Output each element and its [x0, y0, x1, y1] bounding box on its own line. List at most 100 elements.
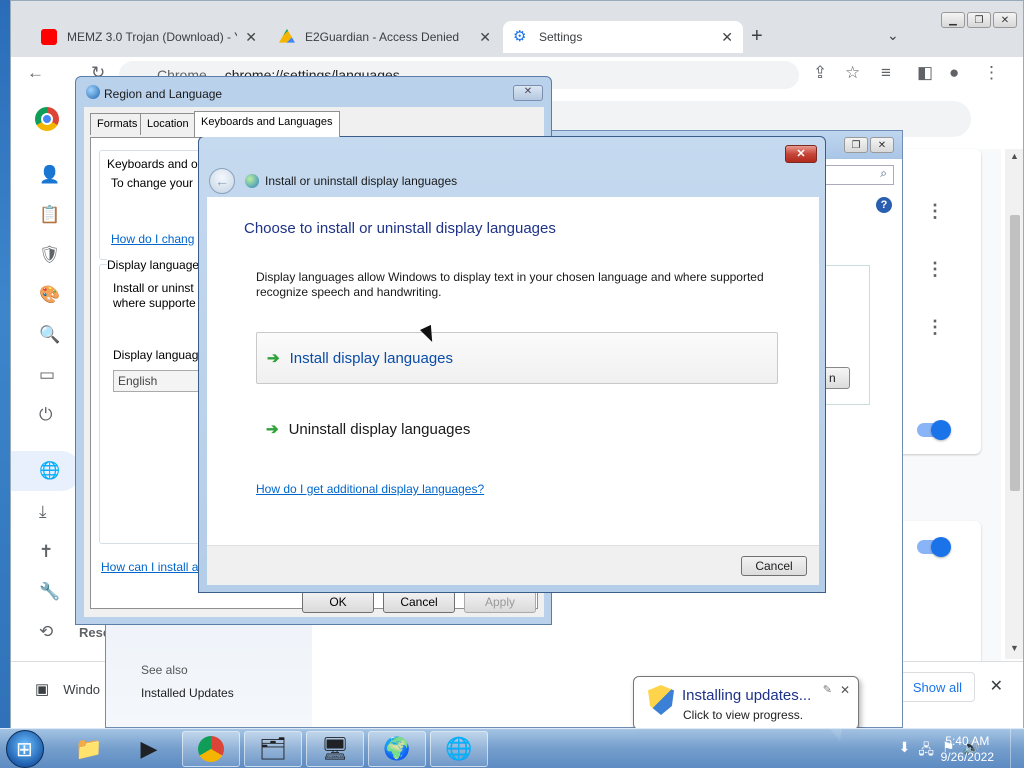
page-scrollbar[interactable]: ▲ ▼ [1005, 149, 1023, 659]
show-all-button[interactable]: Show all [899, 672, 975, 702]
globe-icon [86, 85, 100, 99]
green-arrow-icon: ➔ [266, 421, 279, 438]
see-also-heading: See also [141, 663, 188, 677]
cancel-button[interactable]: Cancel [383, 591, 455, 613]
new-tab-button[interactable]: + [751, 25, 763, 48]
group-title: Display language [107, 258, 202, 272]
file-icon: ▣ [35, 681, 50, 698]
bookmark-star-icon[interactable]: ☆ [845, 63, 860, 83]
help-link[interactable]: How do I chang [111, 232, 194, 246]
tab-location[interactable]: Location [140, 113, 196, 135]
group-title: Keyboards and o [107, 157, 198, 171]
restore-button[interactable]: ❐ [967, 12, 991, 28]
scroll-down-icon[interactable]: ▼ [1010, 643, 1019, 653]
youtube-icon [41, 29, 57, 45]
scroll-up-icon[interactable]: ▲ [1010, 151, 1019, 161]
tab-search-chevron-icon[interactable]: ⌄ [887, 27, 899, 44]
more-actions-icon[interactable]: ⋮ [926, 201, 944, 222]
taskbar: 📁 ▶ 🗂 🖥 🌍 🌐 ⬇ 🖧 ⚑ 🔊 5:40 AM 9/26/2022 [0, 728, 1024, 768]
explorer-icon[interactable]: 📁 [60, 731, 118, 767]
wizard-footer: Cancel [207, 545, 819, 585]
tab-title: MEMZ 3.0 Trojan (Download) - Yo [67, 30, 238, 44]
back-arrow-icon[interactable]: ← [209, 168, 235, 194]
tab-strip: MEMZ 3.0 Trojan (Download) - Yo ✕ E2Guar… [11, 1, 1023, 57]
help-icon[interactable]: ? [876, 197, 892, 213]
green-arrow-icon: ➔ [267, 350, 280, 367]
wizard-title: Install or uninstall display languages [265, 174, 458, 188]
close-icon[interactable]: ✕ [990, 676, 1003, 696]
group-text: To change your [111, 176, 194, 190]
display-language-label: Display languag [113, 348, 199, 362]
media-player-icon[interactable]: ▶ [120, 731, 178, 767]
installing-updates-notification[interactable]: Installing updates... Click to view prog… [633, 676, 859, 741]
close-button[interactable]: ✕ [513, 85, 543, 101]
apply-button[interactable]: Apply [464, 591, 536, 613]
chrome-icon[interactable] [182, 731, 240, 767]
more-actions-icon[interactable]: ⋮ [926, 317, 944, 338]
reading-list-icon[interactable]: ≡ [881, 63, 891, 83]
wizard-description: Display languages allow Windows to displ… [256, 270, 764, 299]
scroll-thumb[interactable] [1010, 215, 1020, 491]
side-panel-icon[interactable]: ◧ [917, 63, 933, 83]
network-icon[interactable]: 🖧 [918, 739, 934, 763]
download-item[interactable]: ▣ Windo [35, 680, 100, 698]
tab-close-icon[interactable]: ✕ [479, 29, 491, 46]
display-language-select[interactable]: English [113, 370, 203, 392]
tab-e2guardian[interactable]: E2Guardian - Access Denied ✕ [269, 21, 501, 53]
notification-subtitle: Click to view progress. [683, 708, 804, 722]
installed-updates-link[interactable]: Installed Updates [141, 686, 234, 700]
restore-button[interactable]: ❐ [844, 137, 868, 153]
google-drive-icon [279, 29, 295, 43]
tab-settings[interactable]: ⚙ Settings ✕ [503, 21, 743, 53]
menu-kebab-icon[interactable]: ⋮ [983, 63, 1000, 83]
region-language-icon[interactable]: 🌐 [430, 731, 488, 767]
window-controls: ▁ ❐ ✕ [941, 12, 1017, 28]
toggle-switch[interactable] [917, 420, 951, 440]
windows-update-shield-icon [648, 685, 674, 715]
globe-settings-icon[interactable]: 🌍 [368, 731, 426, 767]
control-panel-icon[interactable]: 🗂 [244, 731, 302, 767]
search-icon: ⌕ [880, 166, 887, 180]
back-arrow-icon[interactable]: ← [27, 63, 44, 83]
uninstall-display-languages-option[interactable]: ➔ Uninstall display languages [256, 403, 778, 455]
show-desktop-button[interactable] [1010, 729, 1024, 768]
start-button[interactable] [6, 730, 44, 768]
close-window-button[interactable]: ✕ [993, 12, 1017, 28]
clock-time: 5:40 AM [945, 734, 990, 748]
globe-icon[interactable]: 🌐 [11, 451, 81, 491]
option-label: Uninstall display languages [288, 420, 471, 438]
button-label-fragment: n [829, 371, 836, 385]
cancel-button[interactable]: Cancel [741, 556, 807, 576]
desktop-edge [0, 60, 10, 200]
ok-button[interactable]: OK [302, 591, 374, 613]
share-icon[interactable]: ⇪ [813, 63, 827, 83]
install-display-languages-option[interactable]: ➔ Install display languages [256, 332, 778, 384]
install-display-languages-wizard: ✕ ← Install or uninstall display languag… [198, 136, 826, 593]
option-label: Install display languages [289, 349, 454, 367]
minimize-button[interactable]: ▁ [941, 12, 965, 28]
download-item-label: Windo [63, 681, 101, 697]
tab-memz[interactable]: MEMZ 3.0 Trojan (Download) - Yo ✕ [31, 21, 267, 53]
tab-formats[interactable]: Formats [90, 113, 145, 135]
update-tray-icon[interactable]: ⬇ [899, 739, 911, 763]
tab-close-icon[interactable]: ✕ [245, 29, 257, 46]
close-button[interactable]: ✕ [785, 145, 817, 163]
install-help-link[interactable]: How can I install a [101, 560, 198, 574]
system-icon[interactable]: 🖥 [306, 731, 364, 767]
close-window-button[interactable]: ✕ [870, 137, 894, 153]
close-icon[interactable]: ✕ [840, 683, 850, 697]
additional-languages-link[interactable]: How do I get additional display language… [256, 482, 484, 496]
group-text-line1: Install or uninst [113, 281, 194, 295]
pin-icon[interactable]: ✎ [823, 683, 832, 696]
tab-title: Settings [539, 30, 583, 44]
more-actions-icon[interactable]: ⋮ [926, 259, 944, 280]
toggle-switch[interactable] [917, 537, 951, 557]
clock[interactable]: 5:40 AM 9/26/2022 [941, 733, 994, 765]
globe-icon [245, 174, 259, 188]
profile-icon[interactable]: ● [949, 63, 959, 83]
dialog-title: Region and Language [104, 87, 223, 101]
tab-close-icon[interactable]: ✕ [721, 29, 733, 46]
tab-keyboards-languages[interactable]: Keyboards and Languages [194, 111, 340, 137]
wizard-body: Choose to install or uninstall display l… [207, 197, 819, 545]
gear-icon: ⚙ [513, 28, 527, 45]
